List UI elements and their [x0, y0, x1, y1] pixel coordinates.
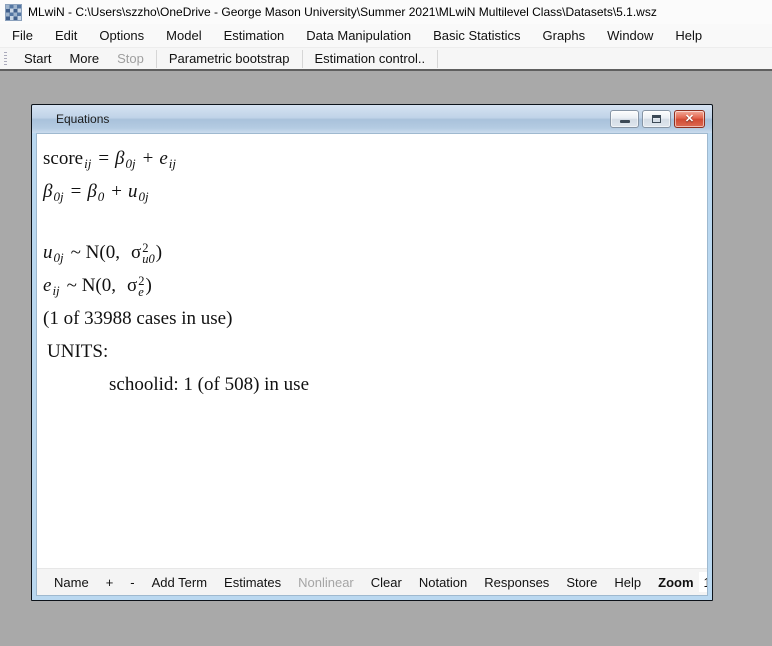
eq-term-score: score	[43, 148, 83, 170]
eq-term-sigma-e: σ	[127, 275, 137, 297]
menu-graphs[interactable]: Graphs	[532, 25, 597, 46]
eq-supsub: 2u0	[142, 243, 155, 265]
menu-bar: File Edit Options Model Estimation Data …	[0, 24, 772, 47]
estimation-control-button[interactable]: Estimation control..	[306, 48, 435, 69]
eq-term-beta0: β	[87, 181, 96, 203]
restore-button[interactable]	[642, 110, 671, 128]
minimize-button[interactable]	[610, 110, 639, 128]
eq-term-u: u	[128, 181, 138, 203]
eq-subscript: 0j	[139, 189, 149, 205]
schoolid-text: schoolid: 1 (of 508) in use	[109, 374, 309, 396]
eq-subscript: 0j	[53, 189, 63, 205]
more-button[interactable]: More	[60, 48, 108, 69]
equations-window-title: Equations	[56, 112, 109, 126]
close-button[interactable]: ✕	[674, 110, 705, 128]
responses-button[interactable]: Responses	[476, 572, 557, 593]
plus-button[interactable]: +	[98, 572, 122, 593]
eq-term-u: u	[43, 242, 53, 264]
eq-term-beta0j: β	[43, 181, 52, 203]
eq-operator: +	[143, 148, 154, 170]
zoom-label: Zoom	[650, 572, 697, 593]
menu-edit[interactable]: Edit	[44, 25, 88, 46]
eq-subscript: ij	[84, 156, 91, 172]
menu-basic-statistics[interactable]: Basic Statistics	[422, 25, 531, 46]
store-button[interactable]: Store	[558, 572, 605, 593]
eq-subscript: 0j	[126, 156, 136, 172]
menu-data-manipulation[interactable]: Data Manipulation	[295, 25, 422, 46]
equation-response-line[interactable]: scoreij = β0j + eij	[43, 142, 707, 175]
stop-button[interactable]: Stop	[108, 48, 153, 69]
eq-term-sigma-u0: σ	[131, 242, 141, 264]
eq-distribution: ~ N(0,	[67, 275, 116, 297]
notation-button[interactable]: Notation	[411, 572, 475, 593]
close-icon: ✕	[685, 114, 694, 125]
equations-titlebar[interactable]: Equations ✕	[32, 105, 712, 133]
app-titlebar[interactable]: MLwiN - C:\Users\szzho\OneDrive - George…	[0, 0, 772, 24]
eq-operator: =	[98, 148, 109, 170]
eq-operator: =	[71, 181, 82, 203]
eq-supsub: 2e	[138, 276, 144, 298]
toolbar-separator	[302, 50, 303, 68]
menu-file[interactable]: File	[1, 25, 44, 46]
mlwin-application: MLwiN - C:\Users\szzho\OneDrive - George…	[0, 0, 772, 644]
equations-display: scoreij = β0j + eij β0j = β0 + u0j	[37, 134, 707, 568]
equations-window: Equations ✕ scoreij = β0j + eij	[31, 104, 713, 601]
eq-subscript: 0	[98, 189, 105, 205]
name-button[interactable]: Name	[46, 572, 97, 593]
eq-subscript: ij	[169, 156, 176, 172]
zoom-value: 100	[704, 575, 708, 590]
eq-subscript: 0j	[54, 250, 64, 266]
start-button[interactable]: Start	[15, 48, 60, 69]
eq-term-e: e	[159, 148, 167, 170]
add-term-button[interactable]: Add Term	[144, 572, 215, 593]
cases-in-use-text: (1 of 33988 cases in use)	[43, 308, 232, 330]
schoolid-line: schoolid: 1 (of 508) in use	[43, 368, 707, 401]
menu-help[interactable]: Help	[664, 25, 713, 46]
window-controls: ✕	[610, 110, 705, 128]
mdi-workspace: Equations ✕ scoreij = β0j + eij	[0, 71, 772, 644]
eq-term-beta0j: β	[115, 148, 124, 170]
estimates-button[interactable]: Estimates	[216, 572, 289, 593]
menu-model[interactable]: Model	[155, 25, 212, 46]
equation-spacer	[43, 208, 707, 236]
equations-client-area: scoreij = β0j + eij β0j = β0 + u0j	[36, 133, 708, 596]
eq-distribution: ~ N(0,	[71, 242, 120, 264]
app-title: MLwiN - C:\Users\szzho\OneDrive - George…	[28, 5, 657, 19]
parametric-bootstrap-button[interactable]: Parametric bootstrap	[160, 48, 299, 69]
equation-intercept-line[interactable]: β0j = β0 + u0j	[43, 175, 707, 208]
cases-in-use-line: (1 of 33988 cases in use)	[43, 302, 707, 335]
eq-close-paren: )	[146, 275, 152, 297]
equation-u-distribution-line[interactable]: u0j ~ N(0, σ2u0 )	[43, 236, 707, 269]
equations-bottom-toolbar: Name + - Add Term Estimates Nonlinear Cl…	[37, 568, 707, 595]
estimation-toolbar: Start More Stop Parametric bootstrap Est…	[0, 47, 772, 71]
zoom-select[interactable]: 100	[699, 572, 708, 592]
toolbar-grip-icon	[4, 52, 7, 66]
restore-icon	[652, 115, 661, 123]
mlwin-app-icon	[6, 5, 21, 20]
eq-operator: +	[111, 181, 122, 203]
clear-button[interactable]: Clear	[363, 572, 410, 593]
units-line: UNITS:	[43, 335, 707, 368]
minus-button[interactable]: -	[122, 572, 142, 593]
units-label: UNITS:	[47, 341, 108, 363]
eq-subscript: e	[138, 287, 144, 298]
eq-close-paren: )	[156, 242, 162, 264]
nonlinear-button[interactable]: Nonlinear	[290, 572, 362, 593]
equation-e-distribution-line[interactable]: eij ~ N(0, σ2e )	[43, 269, 707, 302]
toolbar-separator	[437, 50, 438, 68]
eq-subscript: u0	[142, 254, 155, 265]
toolbar-separator	[156, 50, 157, 68]
menu-options[interactable]: Options	[88, 25, 155, 46]
help-button[interactable]: Help	[606, 572, 649, 593]
eq-subscript: ij	[52, 283, 59, 299]
eq-term-e: e	[43, 275, 51, 297]
menu-estimation[interactable]: Estimation	[213, 25, 296, 46]
minimize-icon	[620, 120, 630, 123]
menu-window[interactable]: Window	[596, 25, 664, 46]
